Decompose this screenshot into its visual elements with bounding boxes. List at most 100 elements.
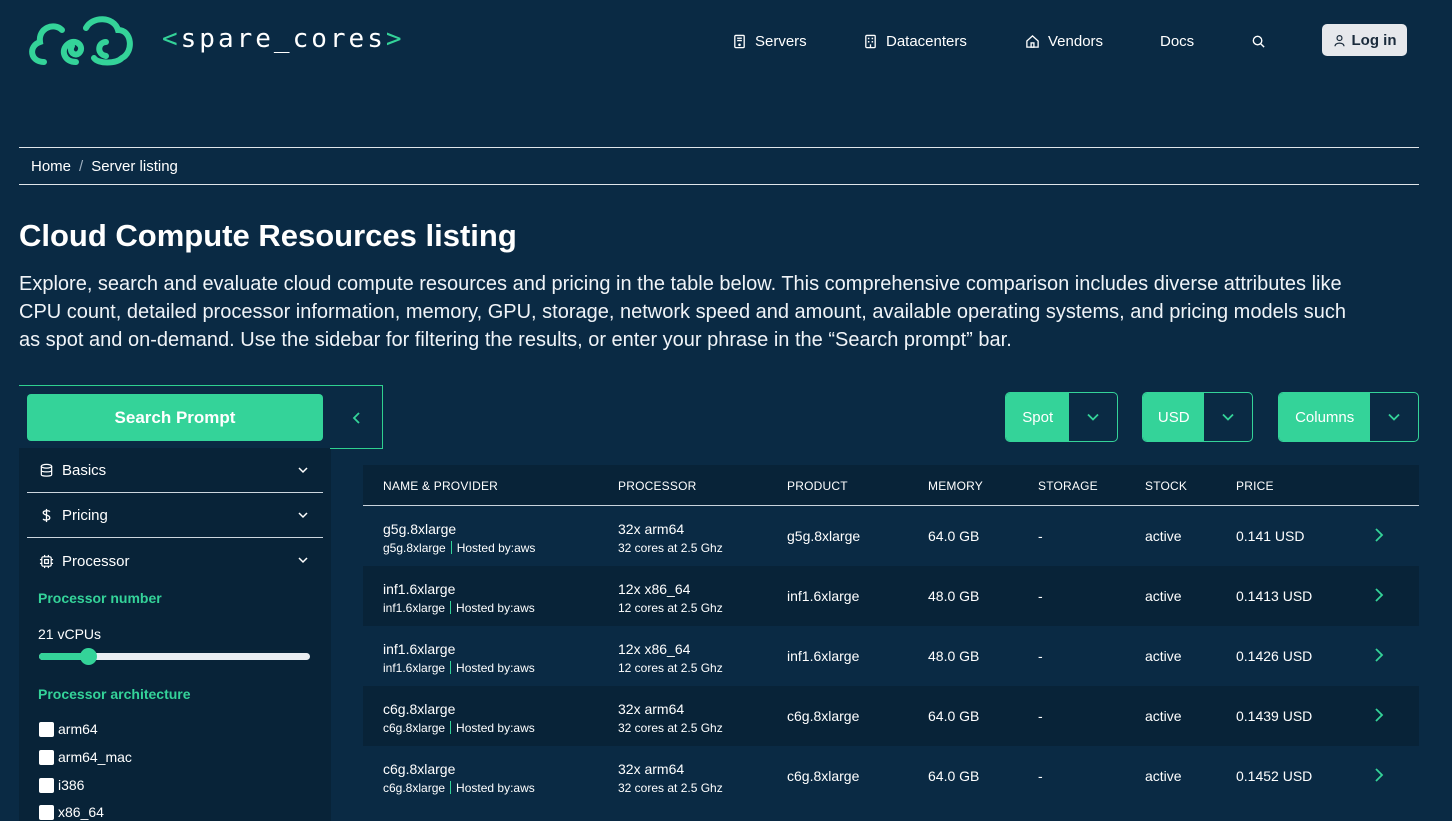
- memory-value: 64.0 GB: [928, 768, 980, 784]
- checkbox[interactable]: [39, 804, 54, 820]
- arch-option-label: arm64_mac: [58, 749, 132, 765]
- chevron-down-icon: [298, 512, 308, 519]
- columns-dropdown[interactable]: Columns: [1278, 392, 1419, 442]
- collapse-sidebar-button[interactable]: [335, 394, 379, 441]
- columns-toggle[interactable]: [1370, 393, 1418, 441]
- processor-summary: 32x arm64: [618, 761, 685, 777]
- column-header-stock[interactable]: STOCK: [1145, 479, 1187, 493]
- table-row[interactable]: g5g.8xlarge g5g.8xlarge Hosted by:aws 32x a…: [363, 506, 1419, 566]
- server-name[interactable]: inf1.6xlarge: [383, 641, 455, 657]
- nav-datacenters[interactable]: Datacenters: [863, 31, 967, 51]
- server-api-id: inf1.6xlarge: [383, 601, 446, 615]
- server-icon: [734, 34, 745, 48]
- checkbox[interactable]: [39, 749, 54, 765]
- column-header-storage[interactable]: STORAGE: [1038, 479, 1098, 493]
- product-name: g5g.8xlarge: [787, 528, 861, 544]
- memory-value: 48.0 GB: [928, 648, 980, 664]
- hosted-prefix: Hosted by:: [456, 781, 514, 795]
- storage-value: -: [1038, 708, 1043, 724]
- currency-dropdown[interactable]: USD: [1142, 392, 1253, 442]
- column-header-product[interactable]: PRODUCT: [787, 479, 848, 493]
- arch-option-x86-64[interactable]: x86_64: [39, 804, 104, 820]
- login-button[interactable]: Log in: [1322, 24, 1407, 56]
- storage-value: -: [1038, 528, 1043, 544]
- breadcrumb-separator: /: [79, 158, 84, 175]
- arch-option-i386[interactable]: i386: [39, 777, 84, 793]
- processor-detail: 12 cores at 2.5 Ghz: [618, 601, 723, 615]
- brand-name[interactable]: <spare_cores>: [162, 24, 405, 54]
- sidebar-divider: [330, 448, 383, 449]
- chevron-right-icon[interactable]: [1372, 527, 1386, 543]
- nav-vendors[interactable]: Vendors: [1025, 31, 1103, 51]
- server-vendor: aws: [513, 661, 535, 675]
- chevron-down-icon: [298, 557, 308, 564]
- user-icon: [1333, 34, 1345, 46]
- search-button[interactable]: [1251, 31, 1266, 51]
- column-header-name[interactable]: NAME & PROVIDER: [383, 479, 498, 493]
- building-icon: [865, 34, 876, 48]
- nav-servers[interactable]: Servers: [732, 31, 807, 51]
- nav-docs[interactable]: Docs: [1160, 31, 1194, 51]
- chevron-right-icon[interactable]: [1372, 647, 1386, 663]
- table-row[interactable]: inf1.6xlarge inf1.6xlarge Hosted by:aws 12x…: [363, 566, 1419, 626]
- server-api-id: c6g.8xlarge: [383, 781, 446, 795]
- server-table: NAME & PROVIDER PROCESSOR PRODUCT MEMORY…: [363, 465, 1419, 821]
- storage-value: -: [1038, 648, 1043, 664]
- checkbox[interactable]: [39, 777, 54, 793]
- home-icon: [1026, 34, 1039, 48]
- memory-value: 64.0 GB: [928, 528, 980, 544]
- arch-option-label: arm64: [58, 721, 98, 737]
- server-vendor: aws: [513, 781, 535, 795]
- cloud-logo-icon[interactable]: [24, 12, 138, 68]
- accordion-basics[interactable]: Basics: [27, 449, 323, 493]
- server-name[interactable]: g5g.8xlarge: [383, 521, 456, 537]
- subinfo-divider: [450, 601, 452, 614]
- server-api-id: c6g.8xlarge: [383, 721, 446, 735]
- chevron-right-icon[interactable]: [1372, 767, 1386, 783]
- vcpu-slider-thumb[interactable]: [79, 648, 97, 665]
- server-subinfo: inf1.6xlarge Hosted by:aws: [383, 661, 535, 675]
- server-vendor: aws: [513, 601, 535, 615]
- server-subinfo: c6g.8xlarge Hosted by:aws: [383, 721, 535, 735]
- product-name: inf1.6xlarge: [787, 648, 860, 664]
- checkbox[interactable]: [39, 721, 54, 737]
- arch-option-arm64[interactable]: arm64: [39, 721, 98, 737]
- chevron-down-icon: [1388, 413, 1400, 421]
- arch-option-arm64-mac[interactable]: arm64_mac: [39, 749, 132, 765]
- table-row[interactable]: c6g.8xlarge c6g.8xlarge Hosted by:aws 32x a…: [363, 686, 1419, 746]
- table-row[interactable]: c6g.8xlarge c6g.8xlarge Hosted by:aws 32x a…: [363, 746, 1419, 806]
- price-value: 0.1452 USD: [1236, 768, 1313, 784]
- subinfo-divider: [450, 661, 452, 674]
- server-name[interactable]: inf1.6xlarge: [383, 581, 455, 597]
- accordion-pricing[interactable]: Pricing: [27, 494, 323, 538]
- columns-label: Columns: [1279, 393, 1371, 441]
- filter-sidebar: Search Prompt Basics Pricing Processor P…: [19, 385, 383, 821]
- chevron-right-icon[interactable]: [1372, 587, 1386, 603]
- price-value: 0.1439 USD: [1236, 708, 1313, 724]
- allocation-dropdown[interactable]: Spot: [1005, 392, 1118, 442]
- breadcrumb-home[interactable]: Home: [31, 158, 71, 175]
- arch-option-label: i386: [58, 777, 85, 793]
- search-prompt-button[interactable]: Search Prompt: [27, 394, 323, 441]
- allocation-toggle[interactable]: [1069, 393, 1117, 441]
- column-header-processor[interactable]: PROCESSOR: [618, 479, 696, 493]
- server-vendor: aws: [514, 541, 536, 555]
- currency-toggle[interactable]: [1204, 393, 1252, 441]
- server-name[interactable]: c6g.8xlarge: [383, 761, 455, 777]
- table-row[interactable]: inf1.6xlarge inf1.6xlarge Hosted by:aws 12x…: [363, 626, 1419, 686]
- vcpu-slider[interactable]: [39, 648, 310, 665]
- logo-text: spare_cores: [180, 24, 386, 54]
- database-icon: [40, 463, 53, 477]
- breadcrumb-top-divider: [19, 147, 1419, 148]
- server-subinfo: c6g.8xlarge Hosted by:aws: [383, 781, 535, 795]
- chevron-down-icon: [298, 467, 308, 474]
- column-header-price[interactable]: PRICE: [1236, 479, 1274, 493]
- chevron-right-icon[interactable]: [1372, 707, 1386, 723]
- breadcrumb-current: Server listing: [91, 158, 178, 175]
- accordion-processor[interactable]: Processor: [27, 539, 323, 583]
- server-name[interactable]: c6g.8xlarge: [383, 701, 455, 717]
- breadcrumb-bottom-divider: [19, 184, 1419, 185]
- column-header-memory[interactable]: MEMORY: [928, 479, 983, 493]
- processor-summary: 32x arm64: [618, 521, 685, 537]
- processor-summary: 32x arm64: [618, 701, 685, 717]
